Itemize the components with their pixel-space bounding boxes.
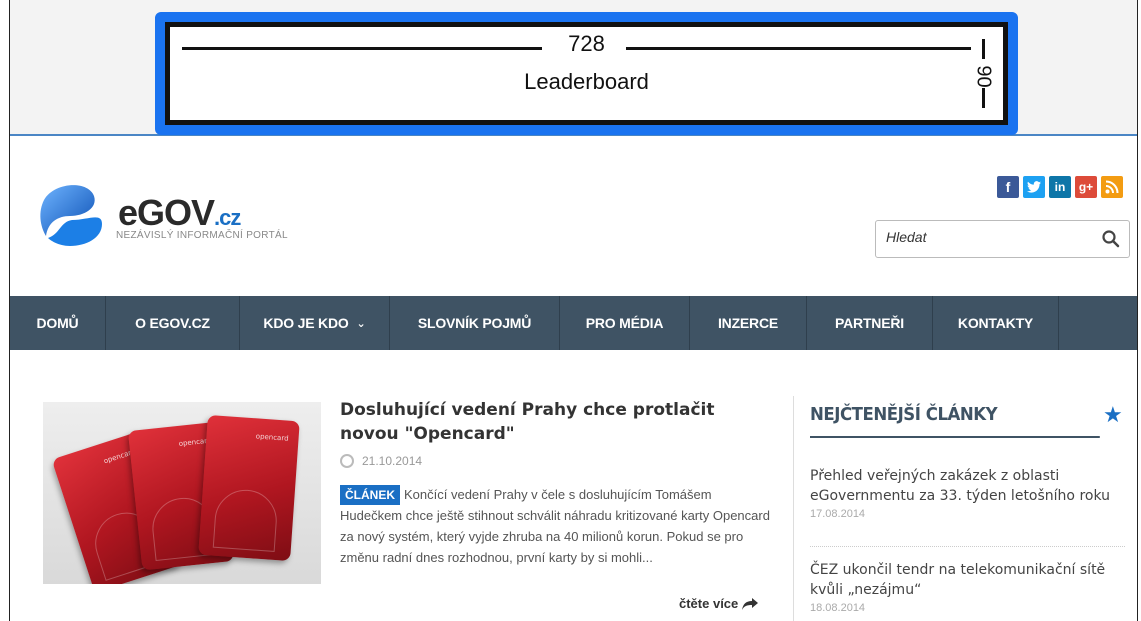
nav-item-slovnik-pojmu[interactable]: SLOVNÍK POJMŮ xyxy=(390,296,560,350)
ad-placeholder: 728 Leaderboard 90 xyxy=(165,22,1008,125)
nav-item-o-egov[interactable]: O EGOV.CZ xyxy=(106,296,240,350)
ad-height-line-bottom xyxy=(982,88,985,108)
article-date: 21.10.2014 xyxy=(340,454,422,468)
linkedin-icon[interactable]: in xyxy=(1049,176,1071,198)
search-box xyxy=(875,220,1130,258)
leaderboard-ad[interactable]: 728 Leaderboard 90 xyxy=(155,12,1018,135)
ad-width-line-right xyxy=(626,47,971,50)
column-divider xyxy=(793,396,794,621)
search-input[interactable] xyxy=(886,229,1086,245)
nav-item-inzerce[interactable]: INZERCE xyxy=(690,296,807,350)
top-banner-strip: 728 Leaderboard 90 xyxy=(10,0,1137,136)
sidebar-article-date: 17.08.2014 xyxy=(810,508,866,520)
logo-tagline: NEZÁVISLÝ INFORMAČNÍ PORTÁL xyxy=(116,230,288,241)
sidebar-article[interactable]: Přehled veřejných zakázek z oblasti eGov… xyxy=(810,466,1130,520)
nav-item-domu[interactable]: DOMŮ xyxy=(10,296,106,350)
nav-item-partneri[interactable]: PARTNEŘI xyxy=(807,296,933,350)
nav-item-kdo-je-kdo[interactable]: KDO JE KDO ⌄ xyxy=(240,296,390,350)
ad-height-line-top xyxy=(982,39,985,59)
googleplus-icon[interactable]: g+ xyxy=(1075,176,1097,198)
twitter-icon[interactable] xyxy=(1023,176,1045,198)
logo-wordmark: eGOV.cz xyxy=(118,192,241,233)
chevron-down-icon: ⌄ xyxy=(356,317,366,330)
article-title[interactable]: Dosluhující vedení Prahy chce protlačit … xyxy=(340,398,760,446)
nav-item-pro-media[interactable]: PRO MÉDIA xyxy=(560,296,690,350)
sidebar-article[interactable]: ČEZ ukončil tendr na telekomunikační sít… xyxy=(810,560,1130,614)
social-links: f in g+ xyxy=(997,176,1123,198)
nav-item-kontakty[interactable]: KONTAKTY xyxy=(933,296,1059,350)
clock-icon xyxy=(340,454,354,468)
sidebar-article-title[interactable]: ČEZ ukončil tendr na telekomunikační sít… xyxy=(810,560,1130,600)
article-date-text: 21.10.2014 xyxy=(362,454,423,468)
share-arrow-icon xyxy=(742,597,759,610)
ad-height-label: 90 xyxy=(972,65,995,88)
article-thumbnail[interactable]: opencard opencard opencard xyxy=(43,402,321,584)
article-excerpt-text: Končící vedení Prahy v čele s dosluhujíc… xyxy=(340,487,770,565)
read-more-label: čtěte více xyxy=(679,596,739,611)
facebook-icon[interactable]: f xyxy=(997,176,1019,198)
read-more-link[interactable]: čtěte více xyxy=(679,596,759,611)
ad-width-label: 728 xyxy=(568,31,605,56)
star-icon: ★ xyxy=(1103,402,1123,427)
logo-mark-icon xyxy=(40,185,102,246)
sidebar-divider xyxy=(810,546,1125,547)
page-frame: 728 Leaderboard 90 eGOV.cz NEZÁVISLÝ INF… xyxy=(9,0,1138,621)
search-icon[interactable] xyxy=(1101,229,1121,249)
opencard-card-image: opencard xyxy=(198,414,300,562)
sidebar-article-date: 18.08.2014 xyxy=(810,602,866,614)
ad-name-label: Leaderboard xyxy=(524,69,649,94)
article-type-badge: ČLÁNEK xyxy=(340,485,400,505)
site-logo[interactable]: eGOV.cz NEZÁVISLÝ INFORMAČNÍ PORTÁL xyxy=(36,180,336,250)
main-nav: DOMŮ O EGOV.CZ KDO JE KDO ⌄ SLOVNÍK POJMŮ… xyxy=(10,296,1137,350)
sidebar-article-title[interactable]: Přehled veřejných zakázek z oblasti eGov… xyxy=(810,466,1130,506)
sidebar-title: NEJČTENĚJŠÍ ČLÁNKY xyxy=(810,404,1100,438)
article-excerpt: ČLÁNEK Končící vedení Prahy v čele s dosl… xyxy=(340,484,772,568)
rss-icon[interactable] xyxy=(1101,176,1123,198)
